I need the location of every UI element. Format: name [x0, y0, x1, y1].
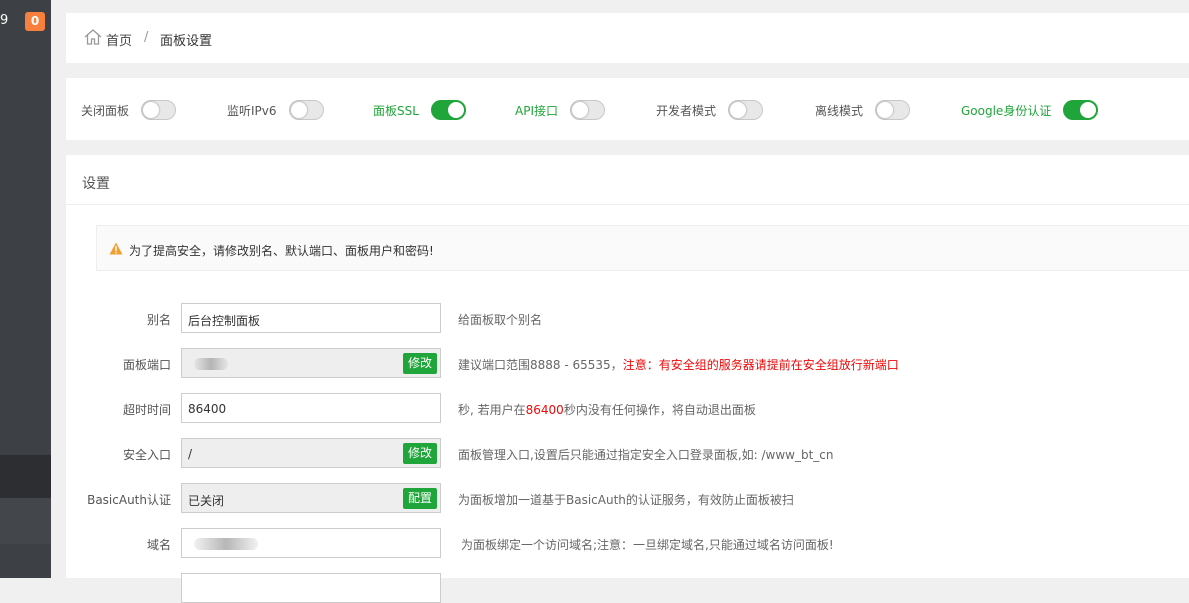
domain-hint: 为面板绑定一个访问域名;注意：一旦绑定域名,只能通过域名访问面板!: [461, 538, 834, 552]
alias-input[interactable]: 后台控制面板: [181, 303, 441, 333]
breadcrumb-home-link[interactable]: 首页: [106, 30, 132, 49]
timeout-hint: 秒, 若用户在86400秒内没有任何操作，将自动退出面板: [458, 401, 756, 418]
port-hint: 建议端口范围8888 - 65535，注意：有安全组的服务器请提前在安全组放行新…: [458, 356, 899, 373]
port-row: 面板端口 修改 建议端口范围8888 - 65535，注意：有安全组的服务器请提…: [66, 348, 1189, 378]
close-panel-switch[interactable]: [141, 100, 177, 120]
basic-auth-hint: 为面板增加一道基于BasicAuth的认证服务，有效防止面板被扫: [458, 493, 794, 507]
port-hint-warning: 注意：有安全组的服务器请提前在安全组放行新端口: [622, 358, 899, 372]
api-switch[interactable]: [570, 100, 605, 120]
domain-input[interactable]: [181, 528, 441, 558]
alias-hint: 给面板取个别名: [458, 313, 543, 327]
toggle-bar: 关闭面板 监听IPv6 面板SSL API接口 开发者模式 离线模式 Googl…: [66, 78, 1189, 140]
alias-value: 后台控制面板: [188, 314, 261, 328]
timeout-hint-suffix: 秒内没有任何操作，将自动退出面板: [563, 403, 756, 417]
basic-auth-value: 已关闭: [188, 494, 225, 508]
entrance-hint: 面板管理入口,设置后只能通过指定安全入口登录面板,如: /www_bt_cn: [458, 448, 834, 462]
toggle-label: 面板SSL: [373, 103, 419, 118]
offline-switch[interactable]: [875, 100, 911, 120]
sidebar-top-number: 9: [0, 13, 9, 28]
dev-mode-switch[interactable]: [728, 100, 764, 120]
timeout-hint-value: 86400: [525, 403, 564, 417]
timeout-label: 超时时间: [122, 403, 171, 417]
google-auth-switch[interactable]: [1063, 100, 1099, 120]
port-label: 面板端口: [122, 358, 171, 372]
toggle-label: Google身份认证: [961, 103, 1052, 118]
toggle-dev-mode: 开发者模式: [656, 99, 764, 121]
timeout-hint-prefix: 秒, 若用户在: [458, 403, 526, 417]
timeout-value: 86400: [188, 402, 227, 416]
port-hint-text: 建议端口范围8888 - 65535，: [458, 358, 623, 372]
alias-row: 别名 后台控制面板 给面板取个别名: [66, 303, 1189, 333]
toggle-label: API接口: [515, 103, 558, 118]
toggle-label: 开发者模式: [656, 103, 717, 118]
toggle-ipv6: 监听IPv6: [227, 99, 324, 121]
toggle-google-auth: Google身份认证: [961, 99, 1099, 121]
ssl-switch[interactable]: [430, 100, 466, 120]
toggle-api: API接口: [515, 99, 605, 121]
toggle-label: 监听IPv6: [227, 103, 277, 118]
breadcrumb-current: 面板设置: [160, 34, 213, 49]
divider: [66, 204, 1189, 205]
timeout-row: 超时时间 86400 秒, 若用户在86400秒内没有任何操作，将自动退出面板: [66, 393, 1189, 423]
toggle-label: 关闭面板: [81, 103, 130, 118]
security-warning: 为了提高安全，请修改别名、默认端口、面板用户和密码!: [96, 225, 1189, 271]
redacted-value: [194, 538, 258, 550]
configure-basic-auth-button[interactable]: 配置: [402, 488, 437, 509]
basic-auth-input: 已关闭 配置: [181, 483, 441, 513]
sidebar: 9 0: [0, 0, 51, 578]
sidebar-item[interactable]: [0, 498, 51, 544]
modify-port-button[interactable]: 修改: [402, 353, 437, 374]
entrance-label: 安全入口: [122, 448, 171, 462]
domain-label: 域名: [146, 538, 171, 552]
warning-icon: [109, 242, 123, 258]
home-icon[interactable]: [84, 29, 102, 48]
entrance-input: / 修改: [181, 438, 441, 468]
toggle-label: 离线模式: [815, 103, 864, 118]
basic-auth-row: BasicAuth认证 已关闭 配置 为面板增加一道基于BasicAuth的认证…: [66, 483, 1189, 513]
warning-text: 为了提高安全，请修改别名、默认端口、面板用户和密码!: [129, 244, 434, 258]
breadcrumb: 首页 / 面板设置: [66, 13, 1189, 63]
settings-panel: 设置 为了提高安全，请修改别名、默认端口、面板用户和密码! 别名 后台控制面板 …: [66, 155, 1189, 603]
redacted-value: [194, 358, 228, 370]
modify-entrance-button[interactable]: 修改: [402, 443, 437, 464]
entrance-value: /: [188, 447, 193, 461]
settings-title: 设置: [82, 176, 110, 192]
breadcrumb-separator: /: [144, 30, 149, 45]
entrance-row: 安全入口 / 修改 面板管理入口,设置后只能通过指定安全入口登录面板,如: /w…: [66, 438, 1189, 468]
alias-label: 别名: [146, 313, 171, 327]
sidebar-item-active[interactable]: [0, 455, 51, 498]
toggle-close-panel: 关闭面板: [81, 99, 177, 121]
basic-auth-label: BasicAuth认证: [87, 493, 171, 507]
timeout-input[interactable]: 86400: [181, 393, 441, 423]
toggle-ssl: 面板SSL: [373, 99, 466, 121]
toggle-offline: 离线模式: [815, 99, 911, 121]
domain-row: 域名 为面板绑定一个访问域名;注意：一旦绑定域名,只能通过域名访问面板!: [66, 528, 1189, 558]
port-input: 修改: [181, 348, 441, 378]
notification-badge[interactable]: 0: [25, 12, 45, 31]
ipv6-switch[interactable]: [288, 100, 324, 120]
